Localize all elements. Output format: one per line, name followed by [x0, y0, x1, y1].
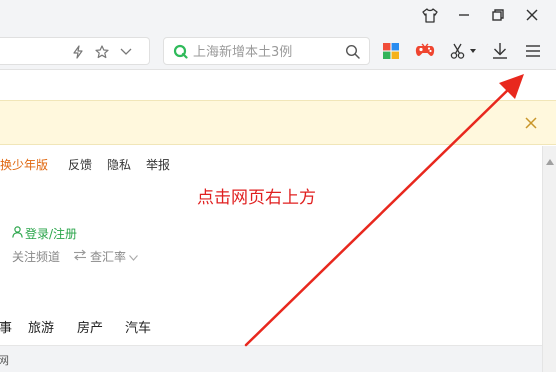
search-box[interactable]: [163, 37, 370, 65]
user-icon: [12, 226, 23, 241]
nav-item-auto[interactable]: 汽车: [125, 317, 151, 336]
feedback-link[interactable]: 反馈: [68, 156, 92, 173]
close-icon[interactable]: [522, 114, 540, 132]
title-bar: [0, 0, 556, 32]
search-input[interactable]: [193, 42, 343, 62]
lightning-icon[interactable]: [71, 45, 85, 59]
restore-icon: [492, 9, 504, 21]
minimize-button[interactable]: [452, 4, 476, 26]
minimize-icon: [458, 9, 470, 21]
nav-item-military[interactable]: 军事: [0, 317, 12, 336]
search-engine-logo-icon: [173, 44, 188, 59]
apps-grid-icon[interactable]: [381, 41, 401, 61]
close-window-button[interactable]: [520, 4, 544, 26]
chevron-down-icon: [129, 250, 138, 264]
close-icon: [526, 9, 538, 21]
chevron-down-icon[interactable]: [119, 45, 133, 59]
login-register-link[interactable]: 登录/注册: [12, 225, 77, 242]
bottom-section-text: 网: [0, 354, 9, 367]
scissors-dropdown-icon[interactable]: [468, 41, 478, 61]
switch-youth-link[interactable]: 切换少年版: [0, 156, 48, 173]
restore-button[interactable]: [486, 4, 510, 26]
nav-item-travel[interactable]: 旅游: [28, 317, 54, 336]
menu-icon[interactable]: [523, 41, 543, 61]
annotation-text: 点击网页右上方: [197, 188, 316, 208]
scrollbar[interactable]: [542, 146, 556, 372]
login-register-label: 登录/注册: [25, 227, 78, 241]
exchange-rate-link[interactable]: 查汇率: [73, 248, 138, 265]
address-bar[interactable]: [0, 37, 150, 65]
exchange-icon: [73, 249, 87, 264]
privacy-link[interactable]: 隐私: [107, 156, 131, 173]
download-icon[interactable]: [490, 41, 510, 61]
report-link[interactable]: 举报: [146, 156, 170, 173]
star-icon[interactable]: [95, 45, 109, 59]
follow-channel-label: 关注频道: [12, 250, 61, 264]
notification-bar: [0, 100, 556, 145]
follow-channel-link[interactable]: 关注频道: [12, 248, 60, 265]
skin-button[interactable]: [418, 4, 442, 26]
exchange-rate-label: 查汇率: [90, 250, 127, 264]
shirt-icon: [422, 7, 438, 23]
browser-toolbar: [0, 32, 556, 70]
section-divider: [0, 345, 542, 372]
scissors-icon[interactable]: [449, 41, 469, 61]
game-controller-icon[interactable]: [415, 41, 435, 61]
search-icon[interactable]: [345, 44, 361, 60]
nav-item-realestate[interactable]: 房产: [77, 317, 103, 336]
scroll-up-arrow-icon[interactable]: [546, 150, 554, 165]
